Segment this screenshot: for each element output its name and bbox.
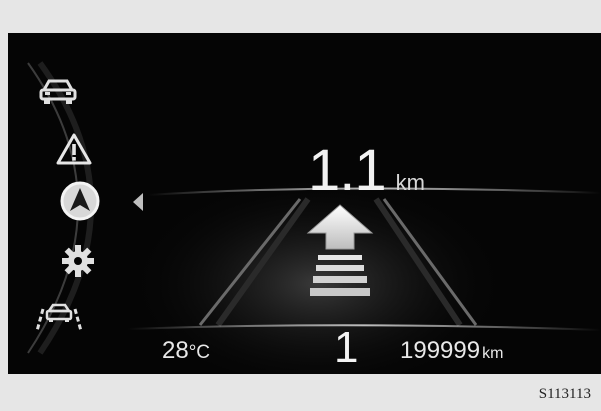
distance-to-maneuver: 1.1 km — [308, 137, 425, 204]
gear-indicator: 1 — [334, 323, 359, 372]
temperature-value: 28 — [162, 337, 189, 364]
odometer-value: 199999 — [400, 337, 481, 364]
menu-item-warnings[interactable] — [54, 129, 94, 169]
navigation-icon — [60, 181, 100, 221]
menu-item-vehicle[interactable] — [36, 73, 80, 109]
gear-settings-icon — [62, 245, 94, 277]
odometer: 199999 km — [400, 337, 503, 365]
menu-item-selector — [131, 191, 145, 213]
warning-triangle-icon — [56, 133, 92, 165]
distance-value: 1.1 — [308, 138, 387, 203]
figure: 1.1 km 28°C 1 199999 km S113113 — [0, 0, 601, 411]
odometer-unit: km — [482, 345, 504, 362]
menu-item-navigation[interactable] — [58, 179, 102, 223]
outside-temperature: 28°C — [162, 337, 210, 365]
instrument-cluster-display: 1.1 km 28°C 1 199999 km — [8, 33, 601, 374]
car-icon — [39, 79, 77, 104]
menu-item-settings[interactable] — [58, 241, 98, 281]
status-bar — [8, 323, 601, 374]
distance-unit: km — [395, 170, 425, 195]
selector-arrow-icon — [133, 193, 143, 211]
straight-ahead-arrow-icon — [306, 204, 374, 296]
figure-caption: S113113 — [538, 386, 591, 402]
temperature-unit: °C — [188, 342, 211, 363]
